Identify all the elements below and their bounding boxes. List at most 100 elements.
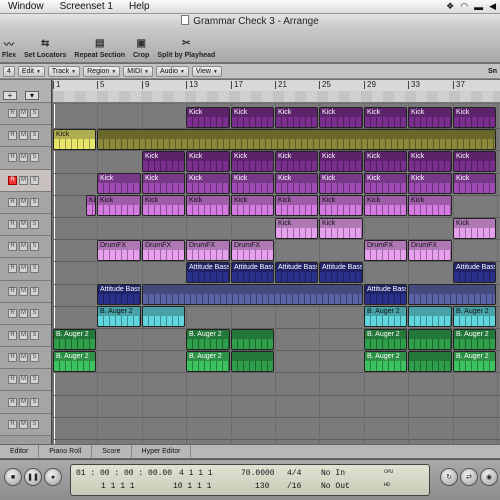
- region[interactable]: Kick: [319, 195, 363, 216]
- menu-window[interactable]: Window: [0, 0, 52, 14]
- region[interactable]: Kick: [97, 173, 141, 194]
- mute-button[interactable]: M: [19, 375, 28, 385]
- region[interactable]: Attitude Bass: [275, 262, 318, 283]
- region[interactable]: Kick: [53, 129, 96, 150]
- track-header[interactable]: RMS: [0, 324, 51, 348]
- mute-button[interactable]: M: [19, 109, 28, 119]
- region[interactable]: Kick: [275, 218, 318, 239]
- region[interactable]: [142, 306, 185, 327]
- region[interactable]: DrumFX: [142, 240, 185, 261]
- track-header[interactable]: RMS: [0, 169, 51, 192]
- solo-button[interactable]: S: [30, 308, 39, 318]
- menu-audio[interactable]: Audio ▼: [156, 65, 189, 77]
- record-enable-button[interactable]: R: [8, 286, 17, 296]
- menu-edit[interactable]: Edit ▼: [17, 65, 45, 77]
- mute-button[interactable]: M: [19, 419, 28, 429]
- solo-button[interactable]: S: [30, 264, 39, 274]
- mute-button[interactable]: M: [19, 353, 28, 363]
- bar-ruler[interactable]: 1 5 9 13 17 21 25 29 33 37: [53, 80, 500, 103]
- record-enable-button[interactable]: R: [8, 397, 17, 407]
- record-enable-button[interactable]: R: [8, 220, 17, 230]
- region[interactable]: Kick: [231, 107, 274, 128]
- menu-screenset[interactable]: Screenset 1: [52, 0, 121, 14]
- region[interactable]: B. Auger 2: [453, 329, 496, 350]
- region[interactable]: Kick: [275, 173, 318, 194]
- region[interactable]: Kick: [186, 151, 230, 172]
- region[interactable]: B. Auger 2: [186, 351, 230, 372]
- mute-button[interactable]: M: [19, 242, 28, 252]
- solo-button[interactable]: S: [30, 242, 39, 252]
- menu-track[interactable]: Track ▼: [47, 65, 81, 77]
- mute-button[interactable]: M: [19, 153, 28, 163]
- region[interactable]: B. Auger 2: [186, 329, 230, 350]
- mute-button[interactable]: M: [19, 308, 28, 318]
- track-header[interactable]: RMS: [0, 391, 51, 414]
- mute-button[interactable]: M: [19, 131, 28, 141]
- region[interactable]: Kick: [453, 173, 496, 194]
- solo-button[interactable]: S: [30, 109, 39, 119]
- region[interactable]: B. Auger 2: [364, 351, 407, 372]
- region[interactable]: Kick: [453, 107, 496, 128]
- region[interactable]: Kick: [319, 107, 363, 128]
- solo-button[interactable]: S: [30, 220, 39, 230]
- volume-icon[interactable]: ◀: [489, 1, 496, 12]
- region[interactable]: Attitude Bass: [231, 262, 274, 283]
- solo-button[interactable]: ◉: [480, 468, 498, 486]
- solo-button[interactable]: S: [30, 131, 39, 141]
- track-header[interactable]: RMS: [0, 347, 51, 370]
- region[interactable]: Kick: [142, 195, 185, 216]
- region[interactable]: DrumFX: [186, 240, 230, 261]
- region[interactable]: DrumFX: [364, 240, 407, 261]
- region[interactable]: Attitude Bass: [364, 284, 407, 305]
- cycle-strip[interactable]: [53, 91, 500, 102]
- track-header[interactable]: RMS: [0, 147, 51, 170]
- region[interactable]: Kick: [408, 107, 452, 128]
- region[interactable]: Attitude Bass: [97, 284, 141, 305]
- record-enable-button[interactable]: R: [8, 375, 17, 385]
- split-by-playhead-button[interactable]: ✂ Split by Playhead: [157, 37, 215, 59]
- region[interactable]: Attitude Bass: [453, 262, 496, 283]
- region[interactable]: DrumFX: [408, 240, 452, 261]
- region[interactable]: [408, 329, 452, 350]
- region[interactable]: Kick: [275, 151, 318, 172]
- mute-button[interactable]: M: [19, 175, 28, 185]
- region[interactable]: Kick: [453, 218, 496, 239]
- region[interactable]: Kick: [319, 173, 363, 194]
- region[interactable]: DrumFX: [231, 240, 274, 261]
- arrange-area[interactable]: Kick Kick Kick Kick Kick Kick Kick Kick Kick Kick…: [53, 104, 500, 444]
- track-header[interactable]: RMS: [0, 213, 51, 237]
- track-header[interactable]: RMS: [0, 236, 51, 259]
- region[interactable]: Attitude Bass: [186, 262, 230, 283]
- region[interactable]: B. Auger 2: [97, 306, 141, 327]
- dropbox-icon[interactable]: ❖: [446, 1, 454, 12]
- track-header[interactable]: RMS: [0, 258, 51, 281]
- record-enable-button[interactable]: R: [8, 153, 17, 163]
- transport-display[interactable]: 01 : 00 : 00 : 00.00 1 1 1 1 4 1 1 1 10 …: [70, 464, 430, 496]
- mute-button[interactable]: M: [19, 286, 28, 296]
- solo-button[interactable]: S: [30, 330, 39, 340]
- replace-button[interactable]: ⇄: [460, 468, 478, 486]
- region[interactable]: Kick: [142, 173, 185, 194]
- arrange-first-menu[interactable]: 4: [3, 65, 15, 77]
- track-header[interactable]: RMS: [0, 302, 51, 325]
- tab-editor[interactable]: Editor: [0, 445, 40, 458]
- mute-button[interactable]: M: [19, 220, 28, 230]
- solo-button[interactable]: S: [30, 353, 39, 363]
- track-header[interactable]: RMS: [0, 103, 51, 126]
- region[interactable]: Kick: [186, 173, 230, 194]
- region[interactable]: Kick: [364, 195, 407, 216]
- region[interactable]: DrumFX: [97, 240, 141, 261]
- region[interactable]: Kick: [275, 195, 318, 216]
- record-enable-button[interactable]: R: [8, 308, 17, 318]
- region[interactable]: [408, 284, 496, 305]
- solo-button[interactable]: S: [30, 197, 39, 207]
- mute-button[interactable]: M: [19, 397, 28, 407]
- solo-button[interactable]: S: [30, 375, 39, 385]
- region[interactable]: Attitude Bass: [319, 262, 363, 283]
- global-tracks-button[interactable]: ▾: [25, 91, 39, 100]
- region[interactable]: Kick: [186, 107, 230, 128]
- region[interactable]: B. Auger 2: [453, 351, 496, 372]
- region[interactable]: B. Auger 2: [53, 351, 96, 372]
- menu-midi[interactable]: MIDI ▼: [123, 65, 153, 77]
- record-enable-button[interactable]: R: [8, 131, 17, 141]
